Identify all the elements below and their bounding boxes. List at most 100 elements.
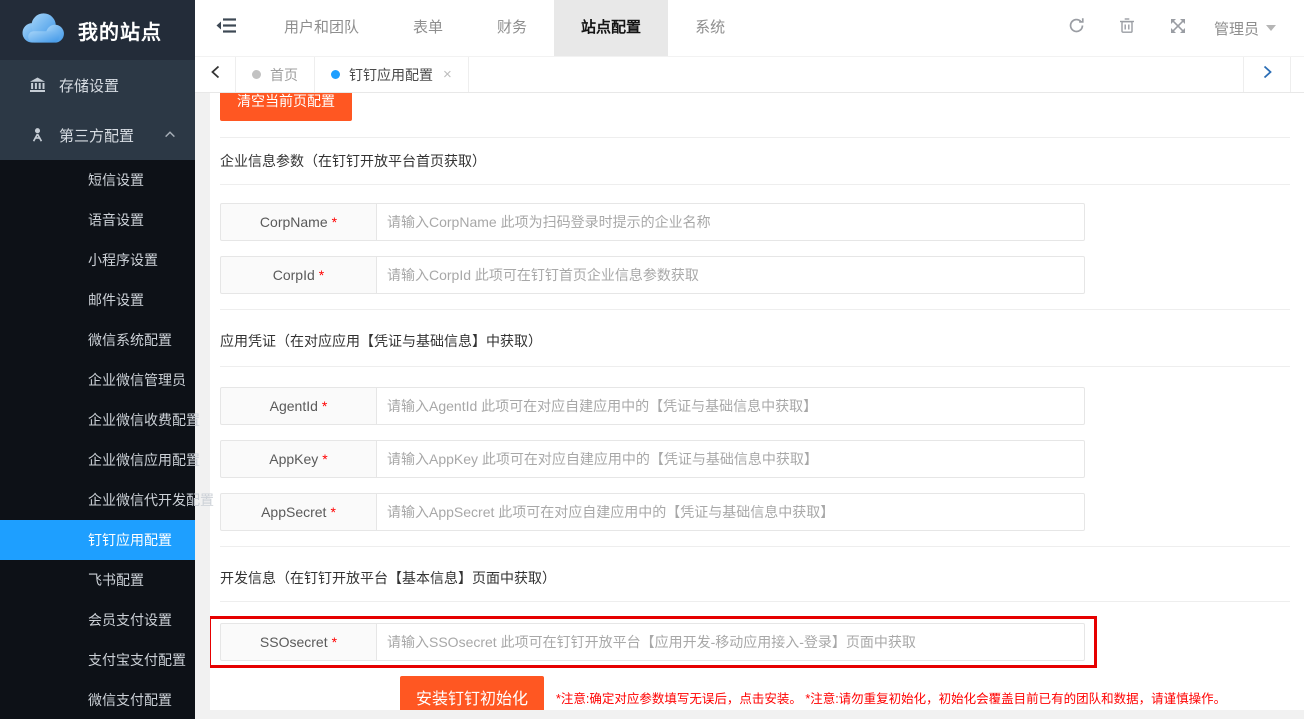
top-nav: 用户和团队 表单 财务 站点配置 系统 — [257, 0, 752, 56]
chevron-down-icon — [1266, 25, 1276, 31]
sidebar-menu: 存储设置 第三方配置 — [0, 60, 195, 160]
required-asterisk: * — [332, 214, 337, 230]
divider — [220, 137, 1290, 138]
fullscreen-icon — [1170, 18, 1186, 39]
divider — [220, 309, 1290, 310]
form-row-appsecret: AppSecret* — [220, 493, 1085, 531]
field-label-appkey: AppKey* — [220, 440, 377, 478]
logo[interactable]: 我的站点 — [0, 0, 195, 60]
sidebar-item-label: 存储设置 — [59, 75, 119, 96]
divider — [220, 601, 1290, 602]
sidebar-subitem-voice[interactable]: 语音设置 — [0, 200, 195, 240]
bank-icon — [28, 77, 46, 93]
sidebar: 我的站点 存储设置 — [0, 0, 195, 719]
divider — [220, 546, 1290, 547]
nav-item-users-teams[interactable]: 用户和团队 — [257, 0, 386, 56]
chevron-up-icon — [163, 127, 177, 144]
field-label-text: AppKey — [269, 451, 318, 467]
section-title-dev-info: 开发信息（在钉钉开放平台【基本信息】页面中获取） — [220, 569, 1294, 587]
field-label-text: CorpId — [273, 267, 315, 283]
appkey-input[interactable] — [377, 441, 1084, 477]
tab-home[interactable]: 首页 — [236, 57, 315, 92]
sidebar-subitem-alipay[interactable]: 支付宝支付配置 — [0, 640, 195, 680]
field-label-corpname: CorpName* — [220, 203, 377, 241]
user-menu-label: 管理员 — [1214, 18, 1259, 39]
tabbar-endcap — [1290, 57, 1304, 92]
nav-item-system[interactable]: 系统 — [668, 0, 752, 56]
tab-dingtalk-config[interactable]: 钉钉应用配置 × — [315, 57, 469, 92]
field-input-wrap — [377, 440, 1085, 478]
required-asterisk: * — [322, 451, 327, 467]
field-label-text: CorpName — [260, 214, 328, 230]
appsecret-input[interactable] — [377, 494, 1084, 530]
sidebar-subitem-mail[interactable]: 邮件设置 — [0, 280, 195, 320]
field-input-wrap — [377, 623, 1085, 661]
required-asterisk: * — [330, 504, 335, 520]
required-asterisk: * — [319, 267, 324, 283]
chevron-left-icon — [210, 65, 221, 84]
sidebar-subitem-member-pay[interactable]: 会员支付设置 — [0, 600, 195, 640]
site-title: 我的站点 — [78, 16, 162, 45]
app-window: 我的站点 存储设置 — [0, 0, 1304, 719]
required-asterisk: * — [322, 398, 327, 414]
refresh-button[interactable] — [1051, 0, 1102, 56]
field-input-wrap — [377, 256, 1085, 294]
form-row-ssosecret: SSOsecret* — [220, 623, 1085, 661]
field-input-wrap — [377, 387, 1085, 425]
nav-item-finance[interactable]: 财务 — [470, 0, 554, 56]
install-warning-text: *注意:确定对应参数填写无误后，点击安装。 *注意:请勿重复初始化，初始化会覆盖… — [556, 688, 1226, 707]
fullscreen-button[interactable] — [1153, 0, 1204, 56]
corpid-input[interactable] — [377, 257, 1084, 293]
sidebar-subitem-miniprogram[interactable]: 小程序设置 — [0, 240, 195, 280]
sidebar-submenu: 短信设置 语音设置 小程序设置 邮件设置 微信系统配置 企业微信管理员 企业微信… — [0, 160, 195, 719]
sidebar-subitem-wecom-app[interactable]: 企业微信应用配置 — [0, 440, 195, 480]
field-label-agentid: AgentId* — [220, 387, 377, 425]
section-title-app-credentials: 应用凭证（在对应应用【凭证与基础信息】中获取） — [220, 332, 1294, 350]
sidebar-item-thirdparty-config[interactable]: 第三方配置 — [0, 110, 195, 160]
collapse-menu-icon — [216, 17, 237, 39]
tab-status-dot — [252, 70, 261, 79]
tab-status-dot — [331, 70, 340, 79]
form-row-corpname: CorpName* — [220, 203, 1085, 241]
sidebar-subitem-wecom-admin[interactable]: 企业微信管理员 — [0, 360, 195, 400]
form-row-agentid: AgentId* — [220, 387, 1085, 425]
cloud-icon — [16, 10, 68, 51]
corpname-input[interactable] — [377, 204, 1084, 240]
sidebar-item-label: 第三方配置 — [59, 125, 134, 146]
clear-trash-button[interactable] — [1102, 0, 1153, 56]
tab-bar: 首页 钉钉应用配置 × — [195, 57, 1304, 93]
field-label-appsecret: AppSecret* — [220, 493, 377, 531]
agentid-input[interactable] — [377, 388, 1084, 424]
divider — [220, 184, 1290, 185]
field-label-text: AgentId — [270, 398, 318, 414]
refresh-icon — [1068, 17, 1085, 39]
sidebar-subitem-wecom-billing[interactable]: 企业微信收费配置 — [0, 400, 195, 440]
user-menu[interactable]: 管理员 — [1204, 0, 1304, 56]
sidebar-subitem-dingtalk-app[interactable]: 钉钉应用配置 — [0, 520, 195, 560]
form-row-corpid: CorpId* — [220, 256, 1085, 294]
sidebar-item-storage-settings[interactable]: 存储设置 — [0, 60, 195, 110]
install-dingtalk-init-button[interactable]: 安装钉钉初始化 — [400, 676, 544, 710]
field-input-wrap — [377, 493, 1085, 531]
top-header: 用户和团队 表单 财务 站点配置 系统 — [195, 0, 1304, 57]
ssosecret-input[interactable] — [377, 624, 1084, 660]
field-label-text: AppSecret — [261, 504, 326, 520]
section-title-corp-info: 企业信息参数（在钉钉开放平台首页获取） — [220, 152, 1294, 170]
install-row: 安装钉钉初始化 *注意:确定对应参数填写无误后，点击安装。 *注意:请勿重复初始… — [220, 676, 1294, 710]
nav-item-site-config[interactable]: 站点配置 — [554, 0, 668, 56]
sidebar-subitem-feishu[interactable]: 飞书配置 — [0, 560, 195, 600]
close-tab-icon[interactable]: × — [443, 67, 452, 82]
sidebar-subitem-wechat-system[interactable]: 微信系统配置 — [0, 320, 195, 360]
sidebar-subitem-sms[interactable]: 短信设置 — [0, 160, 195, 200]
form-row-appkey: AppKey* — [220, 440, 1085, 478]
tabs-scroll-right-button[interactable] — [1243, 57, 1290, 92]
trash-icon — [1119, 17, 1135, 39]
field-label-ssosecret: SSOsecret* — [220, 623, 377, 661]
clear-page-config-button[interactable]: 清空当前页配置 — [220, 93, 352, 121]
sidebar-subitem-wechat-pay[interactable]: 微信支付配置 — [0, 680, 195, 719]
sidebar-subitem-wecom-devproxy[interactable]: 企业微信代开发配置 — [0, 480, 195, 520]
nav-item-forms[interactable]: 表单 — [386, 0, 470, 56]
collapse-sidebar-button[interactable] — [195, 0, 257, 56]
field-label-text: SSOsecret — [260, 634, 328, 650]
tabs-scroll-left-button[interactable] — [195, 57, 236, 92]
